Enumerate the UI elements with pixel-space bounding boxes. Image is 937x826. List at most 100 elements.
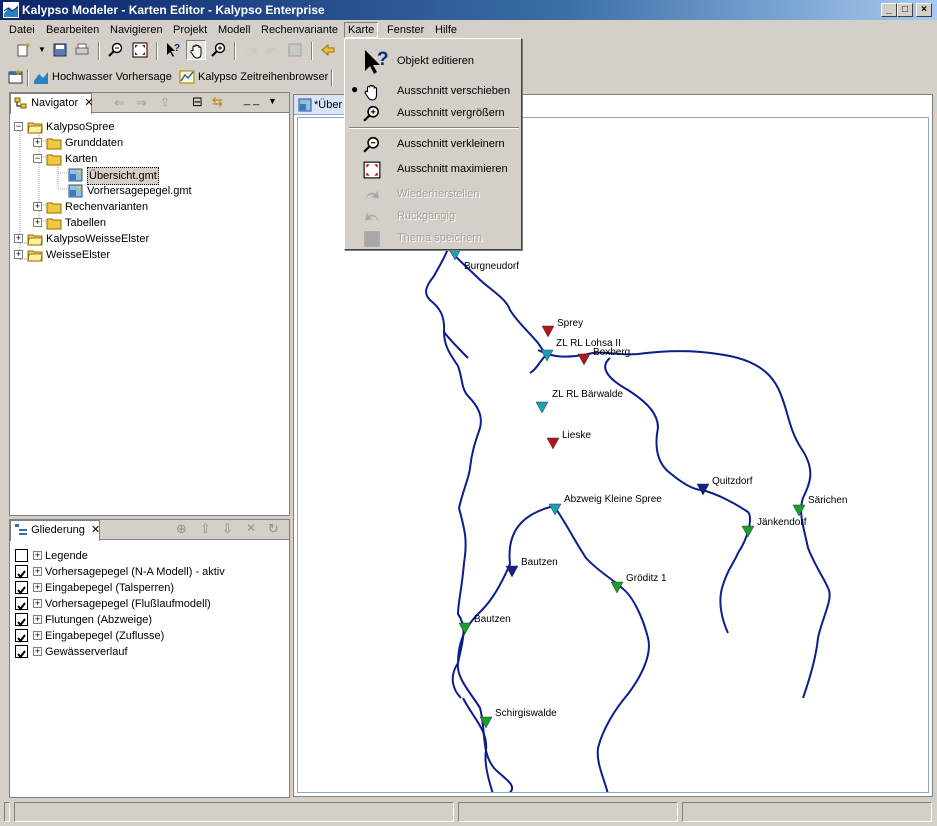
tree-item[interactable]: − KalypsoSpree xyxy=(10,119,280,135)
pan-tool-button[interactable] xyxy=(186,40,206,60)
gauge-marker-icon[interactable] xyxy=(577,353,591,366)
gauge-marker-icon[interactable] xyxy=(541,325,555,338)
up-folder-icon[interactable]: ⇧ xyxy=(160,95,170,109)
undo-button[interactable] xyxy=(263,40,283,60)
tree-item[interactable]: + Grunddaten xyxy=(10,135,280,151)
expand-toggle[interactable]: + xyxy=(33,138,42,147)
add-layer-icon[interactable]: ⊕ xyxy=(176,521,187,537)
status-field-progress xyxy=(682,802,932,822)
expand-toggle[interactable]: + xyxy=(33,631,42,640)
expand-toggle[interactable]: + xyxy=(33,567,42,576)
gauge-marker-icon[interactable] xyxy=(535,401,549,414)
move-up-icon[interactable]: ⇧ xyxy=(200,521,211,537)
expand-toggle[interactable]: + xyxy=(33,583,42,592)
layer-visibility-checkbox-checked[interactable] xyxy=(15,581,28,595)
outline-layer-item[interactable]: + Flutungen (Abzweige) xyxy=(10,612,280,628)
menu-item-ausschnitt-verschieben[interactable]: ● Ausschnitt verschieben xyxy=(345,81,521,101)
remove-layer-icon[interactable]: ✕ xyxy=(246,521,256,535)
menu-item-ausschnitt-maximieren[interactable]: Ausschnitt maximieren xyxy=(345,159,521,179)
tree-item[interactable]: − Karten xyxy=(10,151,280,167)
menu-datei[interactable]: Datei xyxy=(6,22,38,38)
save-button[interactable] xyxy=(50,40,70,60)
gauge-marker-icon[interactable] xyxy=(546,437,560,450)
kalypso-app-icon xyxy=(3,2,19,18)
layer-visibility-checkbox-checked[interactable] xyxy=(15,645,28,659)
menu-item-thema-speichern: Thema speichern xyxy=(345,228,521,248)
outline-layer-item[interactable]: + Vorhersagepegel (Flußlaufmodell) xyxy=(10,596,280,612)
outline-tab[interactable]: Gliederung ✕ xyxy=(10,520,100,541)
gauge-marker-icon[interactable] xyxy=(505,565,519,578)
collapse-all-icon[interactable]: ⊟ xyxy=(192,94,203,110)
collapse-toggle[interactable]: − xyxy=(33,154,42,163)
tree-item[interactable]: + WeisseElster xyxy=(10,247,280,263)
back-arrow-icon[interactable]: ⇐ xyxy=(114,95,125,111)
zoom-in-tool-button[interactable] xyxy=(209,40,229,60)
status-bar xyxy=(0,800,937,826)
refresh-icon[interactable]: ↻ xyxy=(268,521,279,537)
zoom-max-tool-button[interactable] xyxy=(130,40,150,60)
forward-arrow-icon[interactable]: ⇒ xyxy=(136,95,147,111)
redo-button[interactable] xyxy=(241,40,261,60)
shortcut-hochwasser-vorhersage[interactable]: Hochwasser Vorhersage xyxy=(33,67,172,87)
menu-item-ausschnitt-verkleinern[interactable]: Ausschnitt verkleinern xyxy=(345,134,521,154)
back-nav-button[interactable] xyxy=(318,40,338,60)
view-menu-minimize-icon[interactable]: _ _ xyxy=(244,94,259,106)
outline-layer-item[interactable]: + Legende xyxy=(10,548,280,564)
print-button[interactable] xyxy=(72,40,92,60)
layer-visibility-checkbox-checked[interactable] xyxy=(15,613,28,627)
outline-layer-item[interactable]: + Eingabepegel (Talsperren) xyxy=(10,580,280,596)
minimize-button[interactable]: _ xyxy=(881,3,897,17)
menu-item-objekt-editieren[interactable]: ? Objekt editieren xyxy=(345,49,521,75)
edit-object-tool-button[interactable]: ? xyxy=(163,40,183,60)
navigator-tab[interactable]: Navigator ✕ xyxy=(10,93,93,114)
tree-item[interactable]: + Tabellen xyxy=(10,215,280,231)
collapse-toggle[interactable]: − xyxy=(14,122,23,131)
outline-layer-item[interactable]: + Gewässerverlauf xyxy=(10,644,280,660)
expand-toggle[interactable]: + xyxy=(33,202,42,211)
save-theme-button[interactable] xyxy=(285,40,305,60)
expand-toggle[interactable]: + xyxy=(14,234,23,243)
expand-toggle[interactable]: + xyxy=(33,647,42,656)
layer-visibility-checkbox-checked[interactable] xyxy=(15,565,28,579)
layer-visibility-checkbox-checked[interactable] xyxy=(15,597,28,611)
menu-fenster[interactable]: Fenster xyxy=(384,22,427,38)
maximize-button[interactable]: □ xyxy=(897,3,913,17)
menu-rechenvariante[interactable]: Rechenvariante xyxy=(258,22,341,38)
tree-item[interactable]: + Rechenvarianten xyxy=(10,199,280,215)
layer-visibility-checkbox-checked[interactable] xyxy=(15,629,28,643)
new-file-icon xyxy=(17,43,30,57)
open-perspective-button[interactable] xyxy=(6,67,26,87)
expand-toggle[interactable]: + xyxy=(33,218,42,227)
outline-layer-item[interactable]: + Vorhersagepegel (N-A Modell) - aktiv xyxy=(10,564,280,580)
menu-karte[interactable]: Karte xyxy=(344,22,379,38)
view-menu-icon[interactable]: ▼ xyxy=(268,96,277,106)
menu-projekt[interactable]: Projekt xyxy=(170,22,210,38)
menu-bearbeiten[interactable]: Bearbeiten xyxy=(43,22,102,38)
expand-toggle[interactable]: + xyxy=(33,615,42,624)
gauge-marker-icon[interactable] xyxy=(792,504,806,517)
menu-navigieren[interactable]: Navigieren xyxy=(107,22,166,38)
link-editor-icon[interactable]: ⇆ xyxy=(212,94,223,110)
new-button[interactable] xyxy=(14,40,34,60)
close-tab-icon[interactable]: ✕ xyxy=(84,97,93,109)
gauge-marker-icon[interactable] xyxy=(458,622,472,635)
menu-item-ausschnitt-vergroessern[interactable]: Ausschnitt vergrößern xyxy=(345,103,521,123)
tree-item[interactable]: Übersicht.gmt xyxy=(10,167,280,185)
gauge-marker-icon[interactable] xyxy=(741,525,755,538)
menu-hilfe[interactable]: Hilfe xyxy=(432,22,460,38)
close-button[interactable]: × xyxy=(916,3,932,17)
menu-modell[interactable]: Modell xyxy=(215,22,253,38)
tree-item[interactable]: + KalypsoWeisseElster xyxy=(10,231,280,247)
expand-toggle[interactable]: + xyxy=(14,250,23,259)
shortcut-zeitreihenbrowser[interactable]: Kalypso Zeitreihenbrowser xyxy=(179,67,328,87)
gauge-marker-icon[interactable] xyxy=(448,248,462,261)
close-tab-icon[interactable]: ✕ xyxy=(91,524,100,536)
layer-visibility-checkbox[interactable] xyxy=(15,549,28,562)
zoom-out-tool-button[interactable] xyxy=(106,40,126,60)
new-dropdown-icon[interactable]: ▼ xyxy=(38,45,46,54)
tree-item[interactable]: Vorhersagepegel.gmt xyxy=(10,183,280,199)
outline-layer-item[interactable]: + Eingabepegel (Zuflusse) xyxy=(10,628,280,644)
expand-toggle[interactable]: + xyxy=(33,599,42,608)
expand-toggle[interactable]: + xyxy=(33,551,42,560)
move-down-icon[interactable]: ⇩ xyxy=(222,521,233,537)
